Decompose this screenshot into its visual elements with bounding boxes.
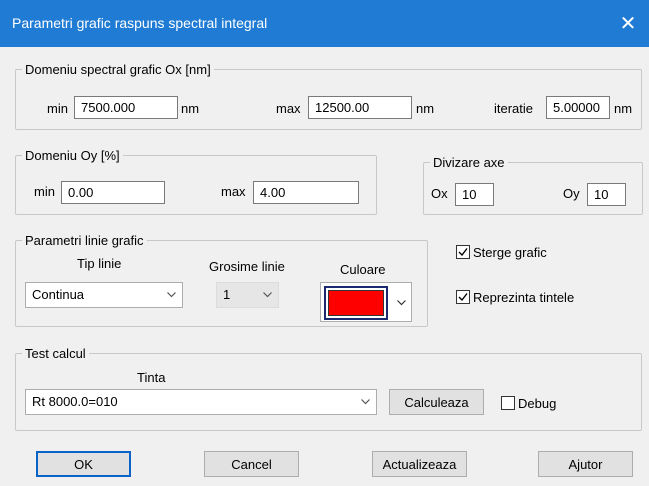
clear-graph-label[interactable]: Sterge grafic bbox=[473, 245, 547, 260]
oy-max-label: max bbox=[221, 184, 246, 199]
oy-min-field[interactable]: 0.00 bbox=[61, 181, 165, 204]
chevron-down-icon bbox=[263, 292, 272, 298]
line-type-value: Continua bbox=[32, 287, 85, 302]
div-oy-field[interactable]: 10 bbox=[587, 183, 626, 206]
ox-min-unit: nm bbox=[181, 101, 200, 116]
oy-range-legend: Domeniu Oy [%] bbox=[22, 148, 123, 163]
iteration-unit: nm bbox=[614, 101, 633, 116]
ox-range-legend: Domeniu spectral grafic Ox [nm] bbox=[22, 62, 214, 77]
ox-max-label: max bbox=[276, 101, 301, 116]
div-ox-field[interactable]: 10 bbox=[455, 183, 494, 206]
iteration-field[interactable]: 5.00000 bbox=[546, 96, 610, 119]
oy-min-label: min bbox=[34, 184, 55, 199]
show-targets-checkbox[interactable] bbox=[456, 290, 470, 304]
color-label: Culoare bbox=[340, 262, 386, 277]
chevron-down-icon bbox=[397, 300, 406, 306]
chevron-down-icon bbox=[361, 399, 370, 405]
ox-min-label: min bbox=[47, 101, 68, 116]
line-width-select[interactable]: 1 bbox=[216, 282, 279, 308]
checkmark-icon bbox=[458, 248, 468, 257]
line-params-legend: Parametri linie grafic bbox=[22, 233, 147, 248]
color-swatch bbox=[328, 290, 384, 316]
window-title: Parametri grafic raspuns spectral integr… bbox=[12, 15, 268, 31]
calculate-button[interactable]: Calculeaza bbox=[389, 389, 484, 415]
title-bar: Parametri grafic raspuns spectral integr… bbox=[0, 0, 649, 47]
update-button[interactable]: Actualizeaza bbox=[372, 451, 467, 477]
target-select[interactable]: Rt 8000.0=010 bbox=[25, 389, 377, 415]
debug-checkbox[interactable] bbox=[501, 396, 515, 410]
show-targets-label[interactable]: Reprezinta tintele bbox=[473, 290, 574, 305]
debug-label[interactable]: Debug bbox=[518, 396, 556, 411]
target-value: Rt 8000.0=010 bbox=[32, 394, 118, 409]
axis-division-legend: Divizare axe bbox=[430, 155, 508, 170]
clear-graph-checkbox[interactable] bbox=[456, 245, 470, 259]
test-calc-legend: Test calcul bbox=[22, 346, 89, 361]
ox-min-field[interactable]: 7500.000 bbox=[74, 96, 178, 119]
help-button[interactable]: Ajutor bbox=[538, 451, 633, 477]
chevron-down-icon bbox=[167, 292, 176, 298]
line-type-select[interactable]: Continua bbox=[25, 282, 183, 308]
line-type-label: Tip linie bbox=[77, 256, 122, 271]
checkmark-icon bbox=[458, 293, 468, 302]
color-picker[interactable] bbox=[320, 282, 412, 322]
target-label: Tinta bbox=[137, 370, 166, 385]
close-icon[interactable]: ✕ bbox=[607, 0, 649, 47]
cancel-button[interactable]: Cancel bbox=[204, 451, 299, 477]
iteration-label: iteratie bbox=[494, 101, 534, 116]
oy-max-field[interactable]: 4.00 bbox=[253, 181, 359, 204]
line-width-value: 1 bbox=[223, 287, 231, 302]
div-oy-label: Oy bbox=[563, 186, 580, 201]
color-swatch-frame bbox=[324, 286, 388, 320]
div-ox-label: Ox bbox=[431, 186, 448, 201]
ox-max-unit: nm bbox=[416, 101, 435, 116]
ox-max-field[interactable]: 12500.00 bbox=[308, 96, 412, 119]
line-width-label: Grosime linie bbox=[209, 259, 285, 274]
ok-button[interactable]: OK bbox=[36, 451, 131, 477]
